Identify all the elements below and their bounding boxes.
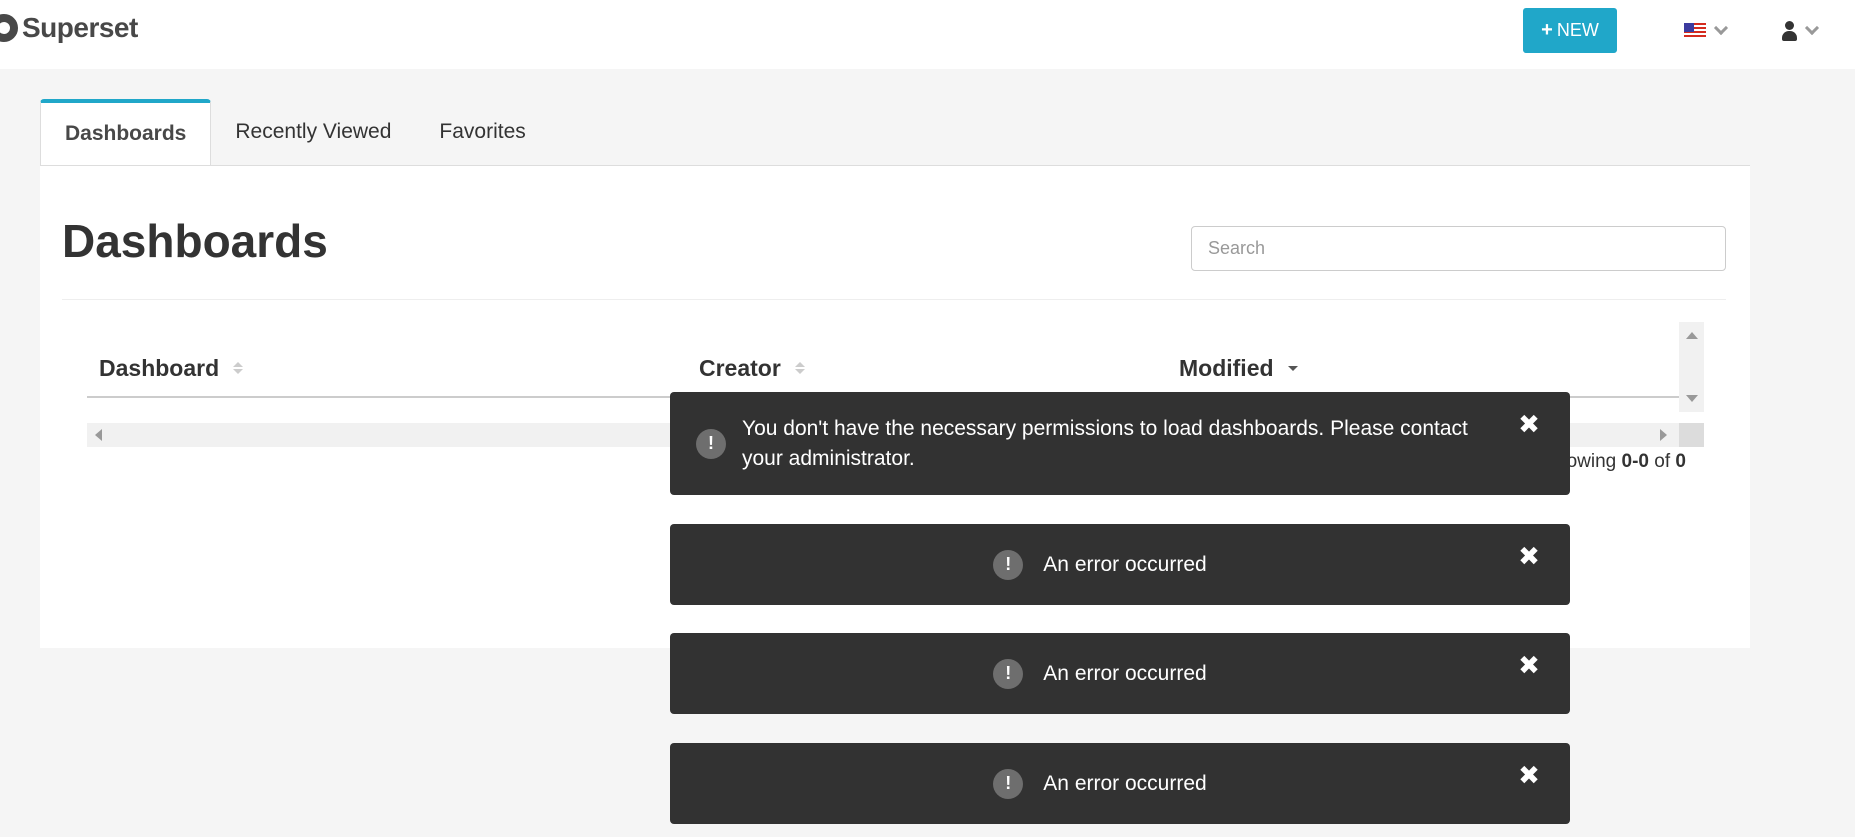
tab-bar: Dashboards Recently Viewed Favorites: [40, 99, 550, 165]
scroll-up-arrow-icon[interactable]: [1686, 332, 1698, 339]
search-input[interactable]: [1191, 226, 1726, 271]
tab-favorites[interactable]: Favorites: [415, 99, 549, 165]
chevron-down-icon: [1804, 20, 1820, 36]
sort-icon: [794, 362, 805, 374]
superset-logo-icon: [0, 14, 18, 42]
pager-range: 0-0: [1621, 451, 1649, 472]
brand-name: Superset: [22, 12, 138, 43]
sort-desc-icon: [1287, 365, 1298, 371]
scrollbar-corner: [1679, 423, 1704, 447]
toast-error: ! An error occurred ✖: [670, 524, 1570, 605]
column-header-label: Modified: [1179, 354, 1274, 381]
table-header: Dashboard Creator Modified: [87, 340, 1679, 398]
scroll-left-arrow-icon[interactable]: [95, 429, 102, 441]
tab-dashboards[interactable]: Dashboards: [40, 99, 212, 165]
user-menu[interactable]: [1781, 18, 1820, 44]
brand-link[interactable]: Superset: [0, 8, 138, 48]
new-button-label: NEW: [1556, 20, 1599, 40]
close-icon[interactable]: ✖: [1518, 763, 1540, 789]
toast-message: You don't have the necessary permissions…: [742, 416, 1468, 470]
chevron-down-icon: [1713, 20, 1729, 36]
exclamation-icon: !: [993, 658, 1024, 689]
close-icon[interactable]: ✖: [1518, 544, 1540, 570]
sort-icon: [233, 362, 244, 374]
toast-message: An error occurred: [1043, 552, 1207, 576]
user-icon: [1781, 21, 1797, 41]
exclamation-icon: !: [993, 768, 1024, 799]
scroll-down-arrow-icon[interactable]: [1686, 395, 1698, 402]
language-menu[interactable]: [1684, 18, 1729, 44]
pager-of: of: [1654, 451, 1671, 472]
close-icon[interactable]: ✖: [1518, 412, 1540, 438]
pager-total: 0: [1675, 451, 1686, 472]
toast-error: ! An error occurred ✖: [670, 633, 1570, 714]
toast-message: An error occurred: [1043, 771, 1207, 795]
column-header-modified[interactable]: Modified: [1167, 355, 1567, 382]
column-header-label: Dashboard: [99, 354, 220, 381]
toast-message: An error occurred: [1043, 661, 1207, 685]
exclamation-icon: !: [993, 549, 1024, 580]
close-icon[interactable]: ✖: [1518, 653, 1540, 679]
divider: [62, 299, 1726, 300]
new-button[interactable]: + NEW: [1523, 8, 1617, 53]
column-header-creator[interactable]: Creator: [687, 355, 1167, 382]
scroll-right-arrow-icon[interactable]: [1660, 429, 1667, 441]
column-header-dashboard[interactable]: Dashboard: [87, 355, 687, 382]
exclamation-icon: !: [696, 428, 726, 459]
page-title: Dashboards: [62, 215, 328, 267]
tab-recently-viewed[interactable]: Recently Viewed: [211, 99, 415, 165]
plus-icon: +: [1541, 19, 1553, 41]
toast-error: ! An error occurred ✖: [670, 743, 1570, 824]
top-navbar: Superset + NEW: [0, 0, 1855, 69]
column-header-label: Creator: [699, 354, 781, 381]
us-flag-icon: [1684, 23, 1706, 39]
vertical-scrollbar[interactable]: [1679, 322, 1704, 412]
toast-permission-error: ! You don't have the necessary permissio…: [670, 392, 1570, 495]
